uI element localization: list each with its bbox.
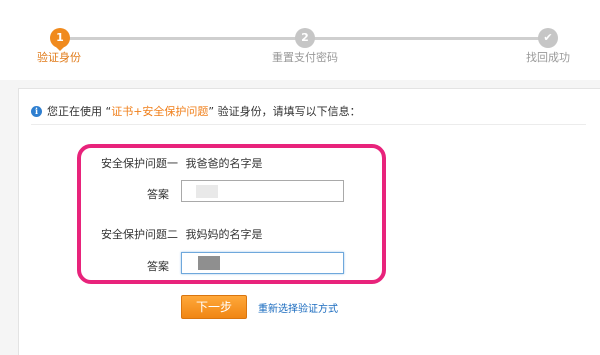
step-connector-2 — [312, 37, 547, 40]
question-1-label: 安全保护问题一 我爸爸的名字是 — [101, 155, 263, 171]
notice-prefix: 您正在使用 “ — [47, 105, 112, 118]
question-2-title: 安全保护问题二 — [101, 228, 178, 241]
verification-panel: i 您正在使用 “ 证书+安全保护问题 ” 验证身份，请填写以下信息： 安全保护… — [18, 88, 600, 355]
step-connector-1 — [60, 37, 302, 40]
question-1-text: 我爸爸的名字是 — [185, 157, 263, 170]
page: 1 验证身份 2 重置支付密码 ✔ 找回成功 i 您正在使用 “ 证书+安全保护… — [0, 0, 600, 355]
redacted-text — [198, 256, 220, 270]
step-2-circle: 2 — [295, 28, 315, 48]
notice-method: 证书+安全保护问题 — [111, 105, 209, 118]
verification-notice: i 您正在使用 “ 证书+安全保护问题 ” 验证身份，请填写以下信息： — [31, 103, 361, 119]
info-icon: i — [31, 105, 42, 117]
answer-2-label: 答案 — [147, 260, 169, 273]
progress-stepper: 1 验证身份 2 重置支付密码 ✔ 找回成功 — [0, 0, 600, 80]
divider — [31, 124, 586, 125]
answer-1-input[interactable] — [181, 180, 344, 202]
notice-suffix: ” 验证身份，请填写以下信息： — [208, 105, 361, 118]
step-1-label: 验证身份 — [37, 51, 81, 64]
question-2-label: 安全保护问题二 我妈妈的名字是 — [101, 226, 263, 242]
reselect-method-link[interactable]: 重新选择验证方式 — [258, 300, 338, 315]
next-step-button[interactable]: 下一步 — [181, 295, 247, 319]
answer-1-label: 答案 — [147, 188, 169, 201]
redacted-text — [196, 185, 218, 198]
step-1-circle: 1 — [50, 28, 70, 48]
step-2-label: 重置支付密码 — [272, 51, 338, 64]
step-3-label: 找回成功 — [526, 51, 570, 64]
answer-2-input[interactable] — [181, 252, 344, 274]
step-3-check-icon: ✔ — [538, 28, 558, 48]
question-2-text: 我妈妈的名字是 — [185, 228, 263, 241]
question-1-title: 安全保护问题一 — [101, 157, 178, 170]
